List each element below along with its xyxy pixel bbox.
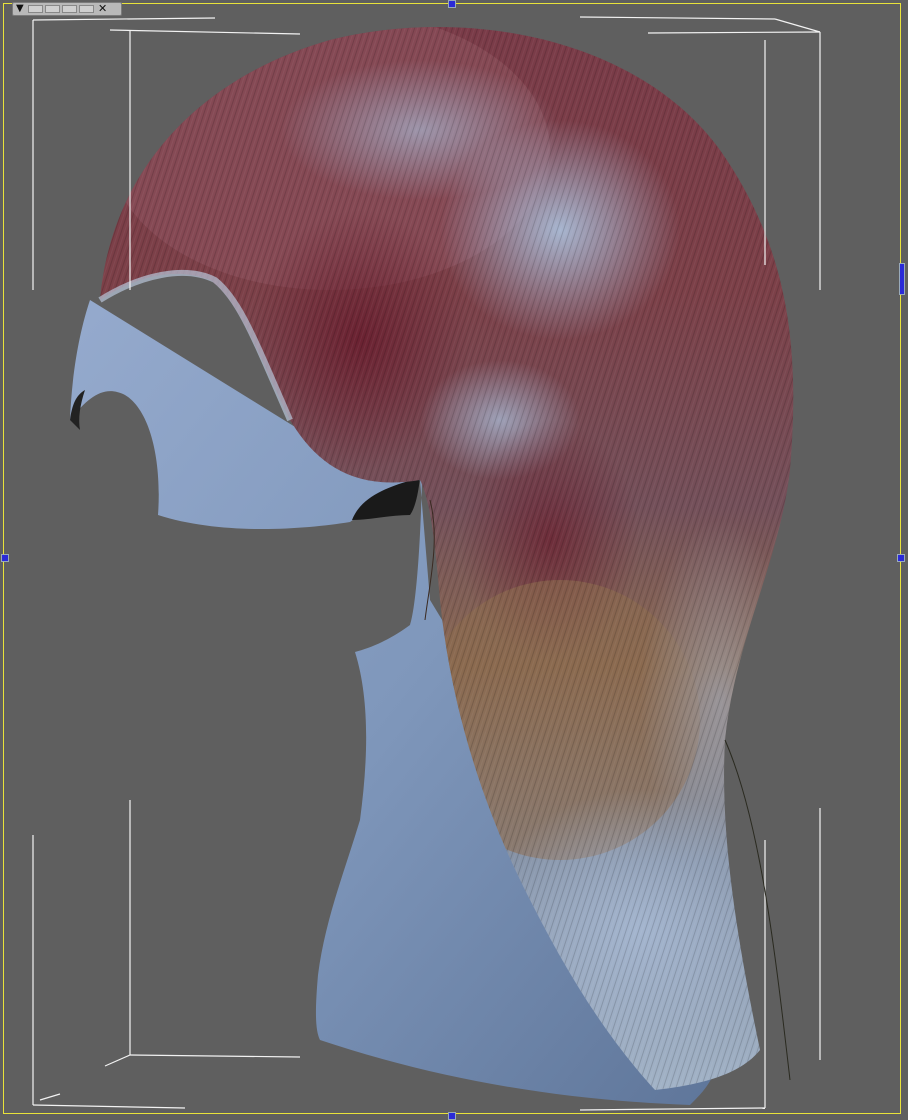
bottom-resize-handle[interactable]: [448, 1112, 456, 1120]
top-resize-handle[interactable]: [448, 0, 456, 8]
toolbar-slot-1[interactable]: [28, 5, 43, 13]
toolbar-slot-2[interactable]: [45, 5, 60, 13]
close-icon[interactable]: ✕: [98, 3, 107, 15]
render-viewport[interactable]: ▼ ✕: [0, 0, 908, 1120]
hair-render-scene: [32, 16, 821, 1111]
right-side-tab[interactable]: [899, 263, 905, 295]
right-resize-handle[interactable]: [897, 554, 905, 562]
toolbar-slot-3[interactable]: [62, 5, 77, 13]
viewport-mini-toolbar[interactable]: ▼ ✕: [12, 2, 122, 16]
menu-arrow-icon[interactable]: ▼: [16, 3, 26, 15]
toolbar-slot-4[interactable]: [79, 5, 94, 13]
left-resize-handle[interactable]: [1, 554, 9, 562]
